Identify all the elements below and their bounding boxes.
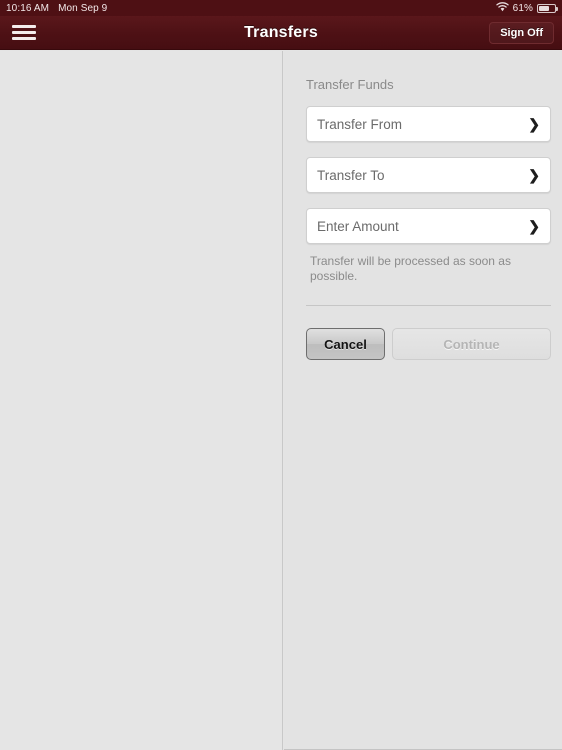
enter-amount-label: Enter Amount	[317, 218, 399, 234]
status-time: 10:16 AM	[6, 2, 50, 14]
cancel-button[interactable]: Cancel	[306, 328, 385, 360]
chevron-right-icon: ❯	[528, 218, 540, 234]
section-title: Transfer Funds	[306, 77, 394, 92]
transfer-to-field[interactable]: Transfer To ❯	[306, 157, 551, 193]
transfer-form-pane: Transfer Funds Transfer From ❯ Transfer …	[284, 51, 562, 750]
status-bar-right: 61%	[496, 1, 558, 15]
navigation-bar: Transfers Sign Off	[0, 16, 562, 50]
sign-off-button[interactable]: Sign Off	[489, 21, 554, 44]
main-content: Transfer Funds Transfer From ❯ Transfer …	[0, 51, 562, 750]
chevron-right-icon: ❯	[528, 116, 540, 132]
continue-button: Continue	[392, 328, 551, 360]
transfer-to-label: Transfer To	[317, 167, 385, 183]
chevron-right-icon: ❯	[528, 167, 540, 183]
battery-percent: 61%	[512, 2, 533, 14]
left-detail-pane	[0, 51, 283, 750]
battery-fill	[539, 5, 550, 11]
transfer-from-label: Transfer From	[317, 116, 403, 132]
status-date: Mon Sep 9	[58, 2, 108, 14]
wifi-icon	[496, 1, 509, 15]
helper-text: Transfer will be processed as soon as po…	[310, 254, 511, 283]
enter-amount-field[interactable]: Enter Amount ❯	[306, 208, 551, 244]
transfer-from-field[interactable]: Transfer From ❯	[306, 106, 551, 142]
status-bar-left: 10:16 AM Mon Sep 9	[6, 3, 107, 14]
battery-icon	[537, 3, 558, 13]
divider	[306, 305, 551, 306]
page-title: Transfers	[244, 23, 318, 41]
status-bar: 10:16 AM Mon Sep 9 61%	[0, 0, 562, 16]
app-window: 10:16 AM Mon Sep 9 61% Transfers Sign Of…	[0, 0, 562, 750]
